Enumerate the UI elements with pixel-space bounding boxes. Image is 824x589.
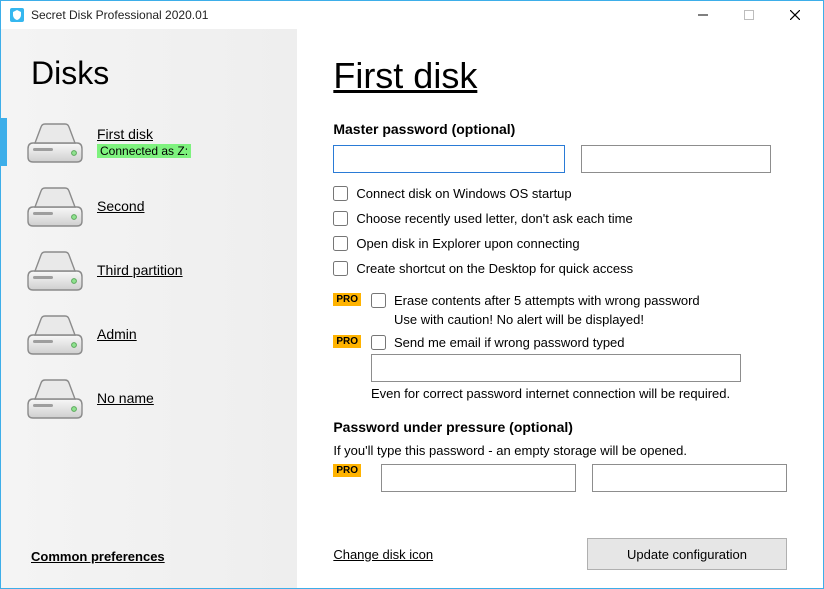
disk-item[interactable]: Second — [1, 174, 297, 238]
sidebar-heading: Disks — [31, 55, 297, 92]
app-icon — [9, 7, 25, 23]
disk-item-name: Second — [97, 198, 144, 214]
option-email-alert[interactable]: Send me email if wrong password typed — [371, 335, 787, 350]
disk-item[interactable]: Third partition — [1, 238, 297, 302]
option-erase-contents[interactable]: Erase contents after 5 attempts with wro… — [371, 293, 700, 308]
titlebar: Secret Disk Professional 2020.01 — [1, 1, 823, 29]
disk-item-name: Third partition — [97, 262, 183, 278]
option-open-in-explorer[interactable]: Open disk in Explorer upon connecting — [333, 236, 787, 251]
disk-icon — [27, 185, 83, 227]
close-button[interactable] — [781, 5, 809, 25]
pressure-heading: Password under pressure (optional) — [333, 419, 787, 435]
option-choose-recent-letter[interactable]: Choose recently used letter, don't ask e… — [333, 211, 787, 226]
disk-item-labels: First disk Connected as Z: — [97, 126, 191, 158]
master-password-label: Master password (optional) — [333, 121, 787, 137]
disk-item-name: Admin — [97, 326, 137, 342]
choose-recent-letter-checkbox[interactable] — [333, 211, 348, 226]
app-window: Secret Disk Professional 2020.01 Disks — [0, 0, 824, 589]
pressure-desc: If you'll type this password - an empty … — [333, 443, 787, 458]
option-create-shortcut[interactable]: Create shortcut on the Desktop for quick… — [333, 261, 787, 276]
disk-item-status: Connected as Z: — [97, 144, 191, 158]
disk-list: First disk Connected as Z: Second Third p… — [1, 110, 297, 549]
maximize-button[interactable] — [735, 5, 763, 25]
option-connect-on-startup[interactable]: Connect disk on Windows OS startup — [333, 186, 787, 201]
disk-item-labels: Admin — [97, 326, 137, 342]
pro-badge: PRO — [333, 464, 361, 477]
disk-icon — [27, 249, 83, 291]
create-shortcut-checkbox[interactable] — [333, 261, 348, 276]
disk-item-labels: No name — [97, 390, 154, 406]
window-controls — [689, 5, 815, 25]
master-password-confirm-input[interactable] — [581, 145, 771, 173]
minimize-button[interactable] — [689, 5, 717, 25]
disk-item[interactable]: Admin — [1, 302, 297, 366]
master-password-input[interactable] — [333, 145, 565, 173]
open-in-explorer-checkbox[interactable] — [333, 236, 348, 251]
erase-warning: Use with caution! No alert will be displ… — [394, 312, 700, 327]
common-preferences-link[interactable]: Common preferences — [31, 549, 297, 564]
sidebar: Disks First disk Connected as Z: Second — [1, 29, 297, 588]
disk-item-labels: Third partition — [97, 262, 183, 278]
connect-on-startup-checkbox[interactable] — [333, 186, 348, 201]
pro-badge: PRO — [333, 335, 361, 348]
pro-badge: PRO — [333, 293, 361, 306]
update-configuration-button[interactable]: Update configuration — [587, 538, 787, 570]
disk-item-name: First disk — [97, 126, 191, 142]
disk-item-labels: Second — [97, 198, 144, 214]
email-alert-checkbox[interactable] — [371, 335, 386, 350]
disk-icon — [27, 313, 83, 355]
erase-contents-checkbox[interactable] — [371, 293, 386, 308]
pressure-password-confirm-input[interactable] — [592, 464, 787, 492]
window-title: Secret Disk Professional 2020.01 — [31, 8, 208, 22]
disk-item-name: No name — [97, 390, 154, 406]
email-input[interactable] — [371, 354, 741, 382]
pressure-password-input[interactable] — [381, 464, 576, 492]
disk-item[interactable]: First disk Connected as Z: — [1, 110, 297, 174]
disk-item[interactable]: No name — [1, 366, 297, 430]
window-body: Disks First disk Connected as Z: Second — [1, 29, 823, 588]
change-disk-icon-link[interactable]: Change disk icon — [333, 547, 433, 562]
disk-icon — [27, 377, 83, 419]
page-title: First disk — [333, 55, 787, 97]
main-panel: First disk Master password (optional) Co… — [297, 29, 823, 588]
email-hint: Even for correct password internet conne… — [371, 386, 787, 401]
disk-icon — [27, 121, 83, 163]
